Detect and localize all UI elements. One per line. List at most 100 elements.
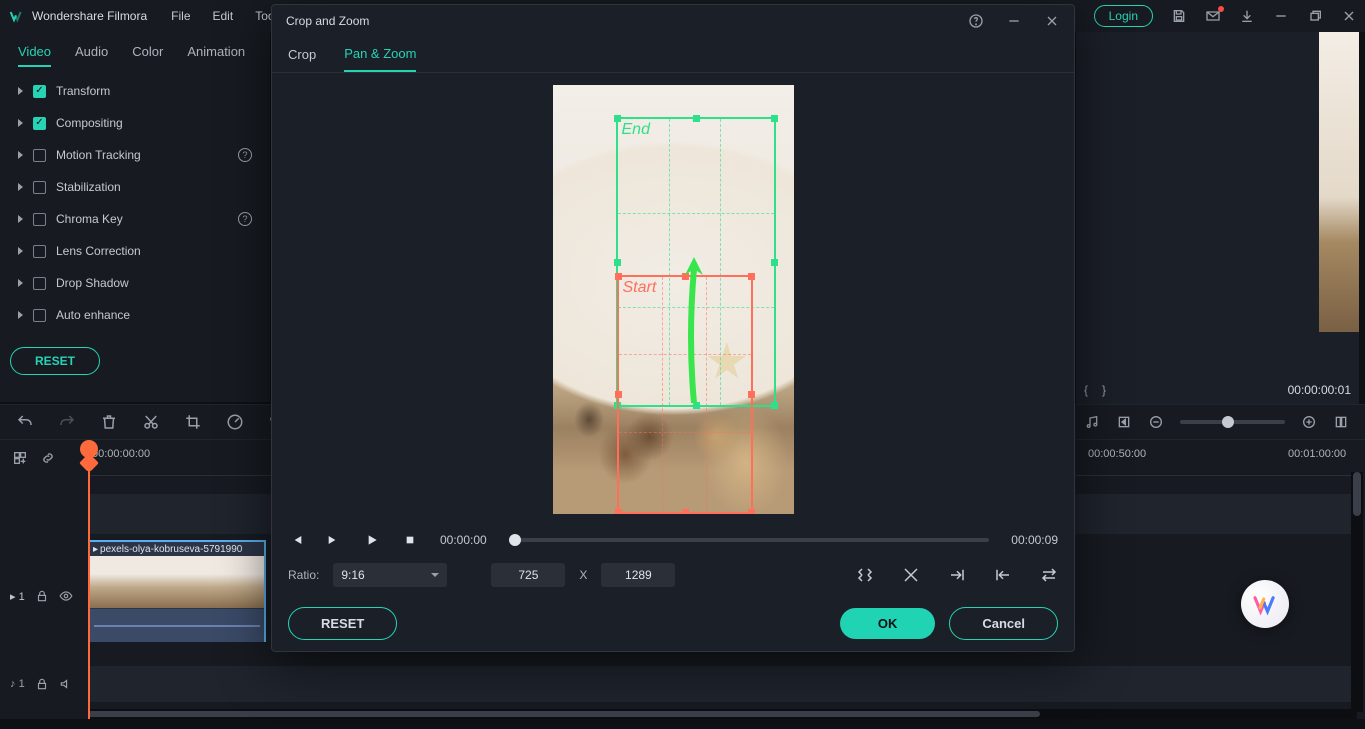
audio-track-icon[interactable] [1084,414,1100,430]
start-region[interactable]: Start [617,275,753,514]
cut-icon[interactable] [142,413,160,431]
zoom-in-icon[interactable] [1301,414,1317,430]
brace-left[interactable]: { [1084,383,1088,397]
tab-video[interactable]: Video [18,44,51,67]
undo-icon[interactable] [16,413,34,431]
checkbox-icon[interactable] [33,309,46,322]
window-close-icon[interactable] [1341,8,1357,24]
slider-knob[interactable] [509,534,521,546]
login-button[interactable]: Login [1094,5,1153,27]
tab-audio[interactable]: Audio [75,44,108,67]
flip-icon[interactable] [1040,566,1058,584]
tab-crop[interactable]: Crop [288,37,316,72]
tab-color[interactable]: Color [132,44,163,67]
dialog-ok-button[interactable]: OK [840,608,936,639]
prop-chroma-key[interactable]: Chroma Key? [0,203,270,235]
prop-lens-correction[interactable]: Lens Correction [0,235,270,267]
swap-icon[interactable] [902,566,920,584]
prop-motion-tracking[interactable]: Motion Tracking? [0,139,270,171]
checkbox-icon[interactable] [33,181,46,194]
step-forward-icon[interactable] [326,532,342,548]
delete-icon[interactable] [100,413,118,431]
audio-track-body[interactable] [88,666,1357,702]
lock-icon[interactable] [35,677,49,691]
timeline-scrollbar[interactable] [88,709,1357,719]
play-icon[interactable] [364,532,380,548]
dialog-tabs: Crop Pan & Zoom [272,37,1074,73]
preview-pane: { } 00:00:00:01 Full [1076,32,1359,432]
close-icon[interactable] [1044,13,1060,29]
expand-icon [18,119,23,127]
prop-stabilization[interactable]: Stabilization [0,171,270,203]
ruler-time-50: 00:00:50:00 [1088,448,1146,460]
checkbox-icon[interactable] [33,277,46,290]
visibility-icon[interactable] [59,589,73,603]
expand-icon [18,247,23,255]
prop-transform[interactable]: Transform [0,75,270,107]
prop-compositing[interactable]: Compositing [0,107,270,139]
brace-right[interactable]: } [1102,383,1106,397]
download-icon[interactable] [1239,8,1255,24]
marker-icon[interactable] [1116,414,1132,430]
minimize-icon[interactable] [1006,13,1022,29]
step-back-icon[interactable] [288,532,304,548]
collapse-icon[interactable] [856,566,874,584]
tab-animation[interactable]: Animation [187,44,245,67]
fit-icon[interactable] [1333,414,1349,430]
pan-zoom-canvas[interactable]: End Start [272,73,1074,526]
align-start-icon[interactable] [994,566,1012,584]
height-input[interactable]: 1289 [601,563,675,587]
width-input[interactable]: 725 [491,563,565,587]
checkbox-icon[interactable] [33,85,46,98]
player-time-right: 00:00:09 [1011,533,1058,547]
stop-icon[interactable] [402,532,418,548]
dialog-reset-button[interactable]: RESET [288,607,397,640]
expand-icon [18,183,23,191]
timeline-add-icon[interactable] [12,450,28,466]
zoom-slider[interactable] [1180,420,1285,424]
vertical-scrollbar[interactable] [1351,472,1363,712]
start-label: Start [623,279,657,297]
window-minimize-icon[interactable] [1273,8,1289,24]
message-icon[interactable] [1205,8,1221,24]
menu-file[interactable]: File [171,9,190,23]
clip-waveform [90,608,264,642]
mute-icon[interactable] [59,677,73,691]
player-time-left: 00:00:00 [440,533,487,547]
speed-icon[interactable] [226,413,244,431]
help-icon[interactable] [968,13,984,29]
menu-edit[interactable]: Edit [213,9,234,23]
save-icon[interactable] [1171,8,1187,24]
help-icon[interactable]: ? [238,148,252,162]
timeline-link-icon[interactable] [40,450,56,466]
checkbox-icon[interactable] [33,149,46,162]
expand-icon [18,215,23,223]
crop-zoom-dialog: Crop and Zoom Crop Pan & Zoom End [271,4,1075,652]
player-seek-slider[interactable] [509,538,990,542]
main-menu: File Edit Tools [171,9,283,23]
preview-image[interactable]: End Start [553,85,794,514]
expand-icon [18,311,23,319]
align-end-icon[interactable] [948,566,966,584]
checkbox-icon[interactable] [33,117,46,130]
lock-icon[interactable] [35,589,49,603]
dialog-buttons: RESET OK Cancel [272,595,1074,651]
slider-knob[interactable] [1222,416,1234,428]
crop-icon[interactable] [184,413,202,431]
checkbox-icon[interactable] [33,245,46,258]
checkbox-icon[interactable] [33,213,46,226]
redo-icon[interactable] [58,413,76,431]
timeline-clip[interactable]: ▸pexels-olya-kobruseva-5791990 [88,540,266,642]
x-separator: X [579,568,587,582]
dialog-title: Crop and Zoom [286,14,369,28]
properties-reset-button[interactable]: RESET [10,347,100,375]
wondershare-badge-icon[interactable] [1241,580,1289,628]
zoom-out-icon[interactable] [1148,414,1164,430]
prop-auto-enhance[interactable]: Auto enhance [0,299,270,331]
ratio-select[interactable]: 9:16 [333,563,447,587]
dialog-cancel-button[interactable]: Cancel [949,607,1058,640]
tab-pan-zoom[interactable]: Pan & Zoom [344,37,416,72]
help-icon[interactable]: ? [238,212,252,226]
prop-drop-shadow[interactable]: Drop Shadow [0,267,270,299]
window-restore-icon[interactable] [1307,8,1323,24]
